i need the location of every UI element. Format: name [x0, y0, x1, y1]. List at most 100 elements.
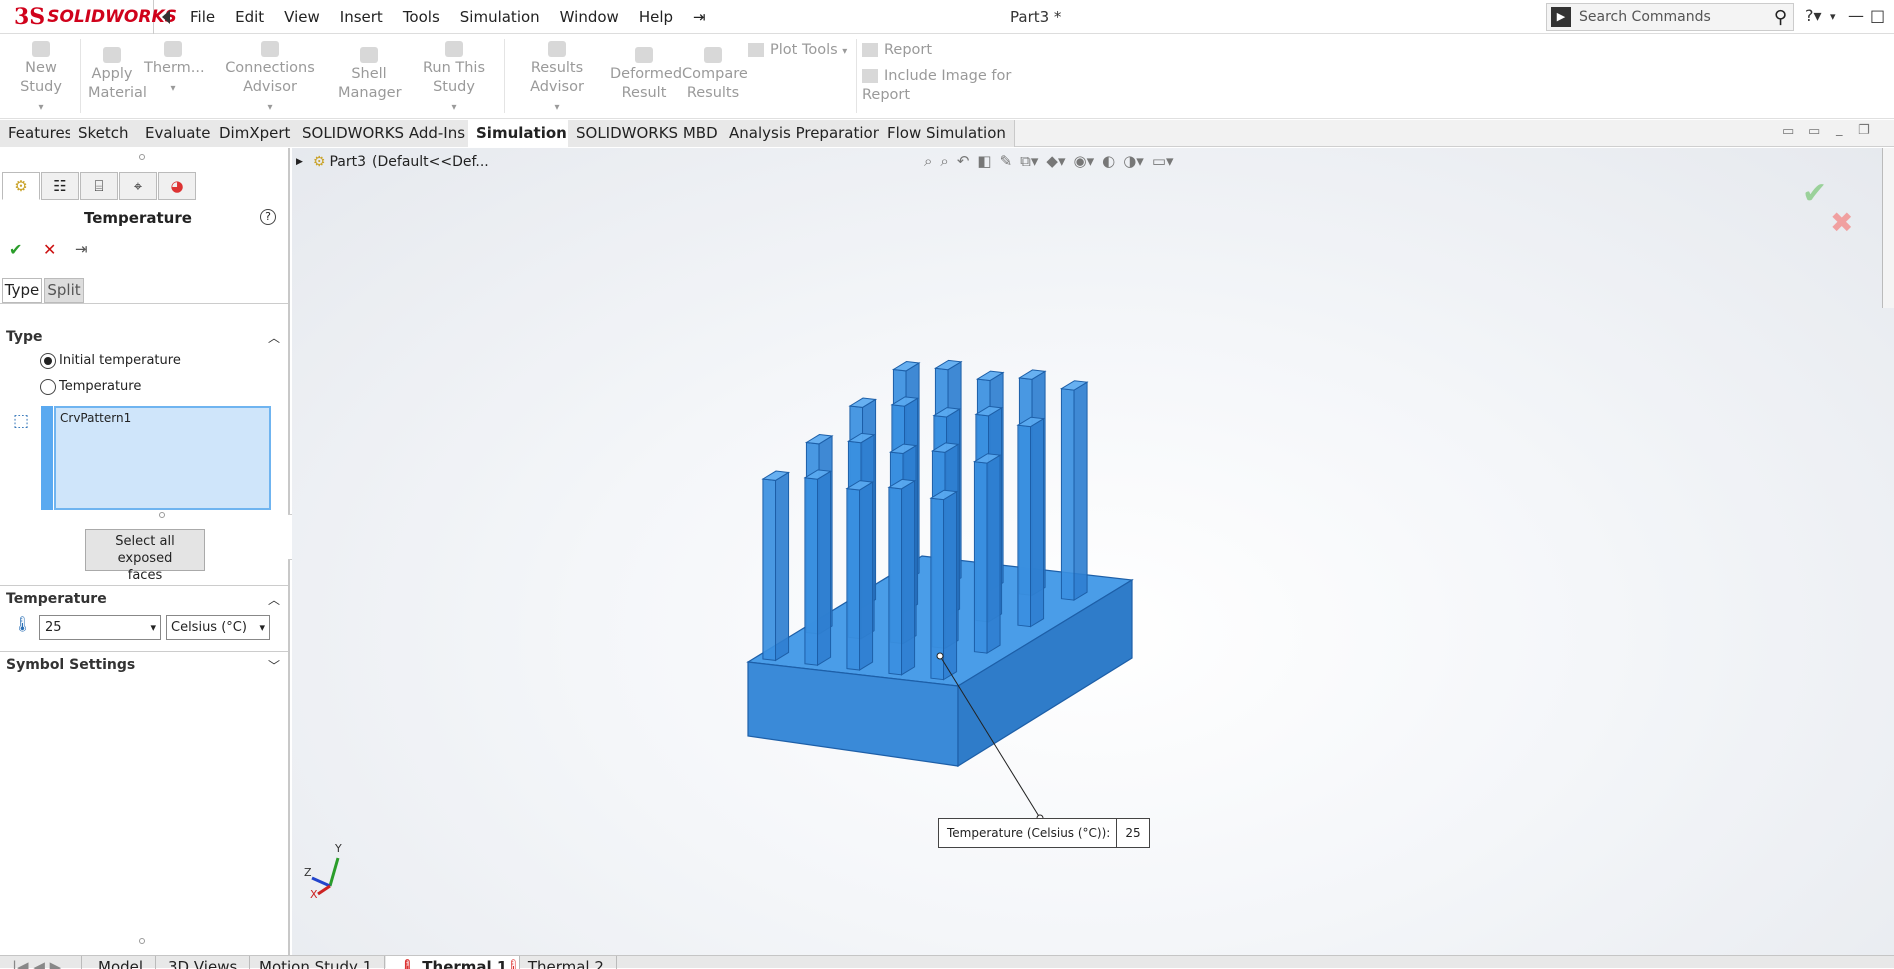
- thermal-loads-button[interactable]: Therm... ▾: [144, 41, 205, 98]
- heat-sink-fin-face[interactable]: [846, 488, 861, 671]
- panel-splitter-handle[interactable]: [139, 154, 145, 160]
- tab-3d-views[interactable]: 3D Views: [156, 956, 251, 969]
- tab-dimxpert-manager[interactable]: ⌖: [119, 172, 157, 200]
- heat-sink-fin-face[interactable]: [943, 490, 958, 681]
- chevron-down-icon-3[interactable]: ﹀: [268, 657, 280, 674]
- results-advisor-icon: [548, 41, 566, 57]
- menu-collapse-arrow-icon[interactable]: [162, 10, 170, 24]
- menu-insert[interactable]: Insert: [330, 8, 393, 26]
- menu-simulation[interactable]: Simulation: [450, 8, 550, 26]
- heat-sink-fin-face[interactable]: [901, 479, 916, 676]
- tab-analysis-preparation[interactable]: Analysis Preparation: [721, 120, 892, 147]
- menu-file[interactable]: File: [180, 8, 225, 26]
- cancel-x-icon[interactable]: ✕: [43, 240, 56, 259]
- chevron-down-icon[interactable]: ▾: [150, 616, 156, 639]
- doc-minimize-icon[interactable]: _: [1836, 122, 1843, 137]
- tab-evaluate[interactable]: Evaluate: [137, 120, 220, 147]
- symbol-settings-header[interactable]: Symbol Settings: [6, 657, 135, 673]
- chevron-down-icon-2[interactable]: ▾: [259, 616, 265, 639]
- heat-sink-fin-face[interactable]: [775, 471, 790, 662]
- tab-model[interactable]: Model: [86, 956, 157, 969]
- plot-tools-button[interactable]: Plot Tools ▾: [748, 41, 854, 61]
- callout-value[interactable]: 25: [1116, 819, 1148, 847]
- select-all-exposed-faces-button[interactable]: Select all exposed faces: [85, 529, 205, 583]
- menu-tools[interactable]: Tools: [393, 8, 450, 26]
- include-image-button[interactable]: Include Image for Report: [862, 67, 1062, 105]
- subtab-type[interactable]: Type: [2, 278, 42, 303]
- new-study-button[interactable]: New Study ▾: [6, 41, 76, 117]
- tab-motion-study-1[interactable]: Motion Study 1: [247, 956, 386, 969]
- search-commands-box[interactable]: ▶ Search Commands ⚲: [1546, 3, 1794, 31]
- search-icon[interactable]: ⚲: [1774, 7, 1787, 28]
- initial-temperature-radio[interactable]: [40, 353, 56, 369]
- tab-feature-manager[interactable]: ⚙: [2, 172, 40, 200]
- deformed-label-2: Result: [621, 85, 667, 101]
- heat-sink-fin-face[interactable]: [1017, 424, 1032, 628]
- tab-thermal-2[interactable]: 🌡 Thermal 2: [492, 956, 617, 969]
- heat-sink-fin-face[interactable]: [1030, 417, 1045, 628]
- heat-sink-fin-face[interactable]: [973, 461, 988, 654]
- solidworks-logo[interactable]: 3S SOLIDWORKS: [0, 0, 177, 34]
- tab-mbd[interactable]: SOLIDWORKS MBD: [568, 120, 727, 147]
- options-dropdown-icon[interactable]: ▾: [1830, 10, 1836, 23]
- tab-property-manager[interactable]: ☷: [41, 172, 79, 200]
- tab-flow-simulation[interactable]: Flow Simulation: [879, 120, 1015, 147]
- doc-restore-icon[interactable]: ❐: [1858, 123, 1870, 138]
- chevron-up-icon[interactable]: ︿: [268, 329, 280, 346]
- selection-resize-handle[interactable]: [159, 512, 165, 518]
- heat-sink-fin-face[interactable]: [888, 486, 903, 676]
- selection-list-box[interactable]: CrvPattern1: [54, 406, 271, 510]
- graphics-area[interactable]: ▶ ⚙ Part3 (Default<<Def... ⌕ ⌕ ↶ ◧ ✎ ⧉▾ …: [292, 148, 1894, 956]
- tab-display-manager[interactable]: ◕: [158, 172, 196, 200]
- temperature-section-header[interactable]: Temperature: [6, 591, 107, 607]
- menu-help[interactable]: Help: [629, 8, 683, 26]
- heat-sink-fin-face[interactable]: [804, 477, 819, 666]
- heat-sink-fin-face[interactable]: [930, 497, 945, 681]
- connections-advisor-button[interactable]: Connections Advisor ▾: [206, 41, 334, 117]
- tab-configuration-manager[interactable]: ⌸: [80, 172, 118, 200]
- temperature-radio[interactable]: [40, 379, 56, 395]
- panel-layout-icon[interactable]: ▭: [1782, 124, 1794, 139]
- heat-sink-fin-face[interactable]: [859, 481, 874, 671]
- compare-results-button[interactable]: Compare Results: [682, 47, 748, 103]
- temperature-value-combo[interactable]: 25 ▾: [39, 615, 161, 640]
- maximize-icon[interactable]: □: [1870, 6, 1885, 25]
- tab-addins[interactable]: SOLIDWORKS Add-Ins: [294, 120, 475, 147]
- tab-sketch[interactable]: Sketch: [70, 120, 138, 147]
- nav-arrows[interactable]: |◀ ◀ ▶ ▶|: [0, 956, 82, 969]
- pushpin-icon[interactable]: ⇥: [75, 240, 88, 258]
- panel-layout-icon-2[interactable]: ▭: [1808, 124, 1820, 139]
- heat-sink-fin-face[interactable]: [762, 478, 777, 661]
- chevron-up-icon-2[interactable]: ︿: [268, 591, 280, 608]
- subtab-split[interactable]: Split: [44, 278, 84, 303]
- tab-simulation[interactable]: Simulation: [468, 120, 576, 147]
- shell-manager-button[interactable]: Shell Manager: [338, 47, 402, 103]
- tab-dimxpert[interactable]: DimXpert: [211, 120, 300, 147]
- run-this-study-button[interactable]: Run This Study ▾: [404, 41, 504, 117]
- task-pane-edge[interactable]: [1882, 148, 1894, 308]
- deformed-result-button[interactable]: Deformed Result: [610, 47, 682, 103]
- help-question-icon[interactable]: ?: [260, 209, 276, 225]
- panel-bottom-handle[interactable]: [139, 938, 145, 944]
- report-button[interactable]: Report: [862, 41, 942, 60]
- help-icon[interactable]: ?▾: [1805, 6, 1822, 25]
- results-advisor-button[interactable]: Results Advisor ▾: [510, 41, 604, 117]
- heat-sink-fin-face[interactable]: [817, 470, 832, 667]
- menu-edit[interactable]: Edit: [225, 8, 274, 26]
- temperature-unit-select[interactable]: Celsius (°C) ▾: [166, 615, 270, 640]
- menu-window[interactable]: Window: [550, 8, 629, 26]
- selection-item[interactable]: CrvPattern1: [56, 408, 269, 428]
- type-section-header[interactable]: Type: [6, 329, 43, 345]
- heat-sink-fin-face[interactable]: [986, 454, 1001, 655]
- heat-sink-fin-face[interactable]: [1060, 388, 1075, 601]
- ok-check-icon[interactable]: ✔: [9, 240, 22, 259]
- search-input[interactable]: Search Commands: [1579, 9, 1774, 25]
- temperature-callout[interactable]: Temperature (Celsius (°C)): 25: [938, 818, 1150, 848]
- pin-icon[interactable]: ⇥: [683, 8, 716, 26]
- heat-sink-fin-face[interactable]: [1073, 381, 1088, 602]
- compare-label-1: Compare: [682, 66, 748, 82]
- apply-material-button[interactable]: Apply Material: [88, 47, 147, 103]
- menu-view[interactable]: View: [274, 8, 330, 26]
- tab-thermal-2-label: Thermal 2: [527, 958, 604, 969]
- minimize-icon[interactable]: —: [1848, 6, 1864, 25]
